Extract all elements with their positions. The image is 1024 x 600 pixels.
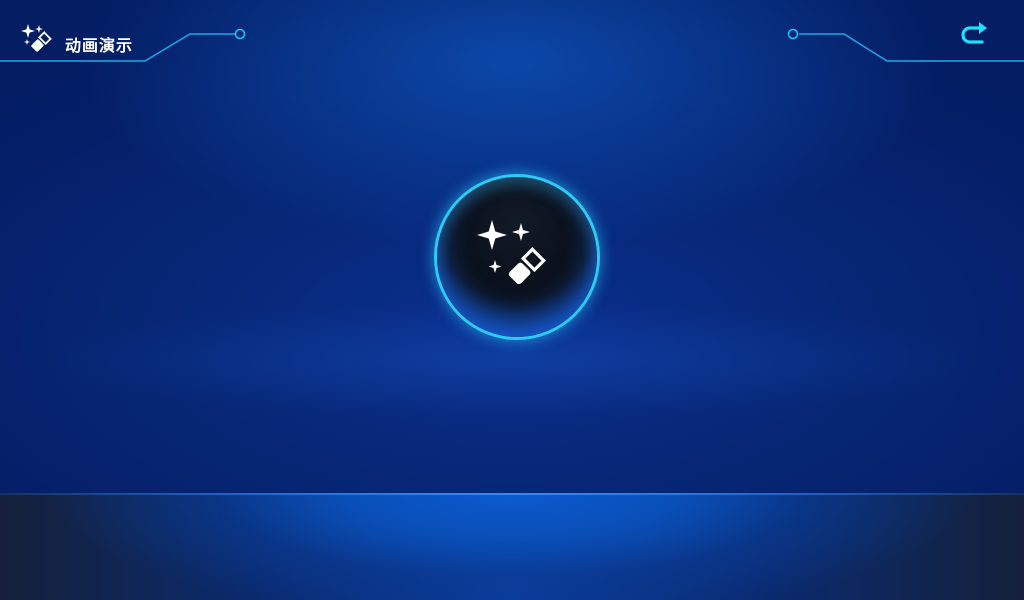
floor-horizon-line xyxy=(0,493,1024,495)
return-arrow-icon xyxy=(961,22,987,44)
animation-demo-button[interactable] xyxy=(437,177,597,337)
back-button[interactable] xyxy=(958,18,992,52)
page-title: 动画演示 xyxy=(65,36,134,55)
floor-stage xyxy=(0,493,1024,600)
magic-wand-sparkles-icon xyxy=(477,220,546,285)
magic-wand-sparkles-icon xyxy=(20,22,54,54)
